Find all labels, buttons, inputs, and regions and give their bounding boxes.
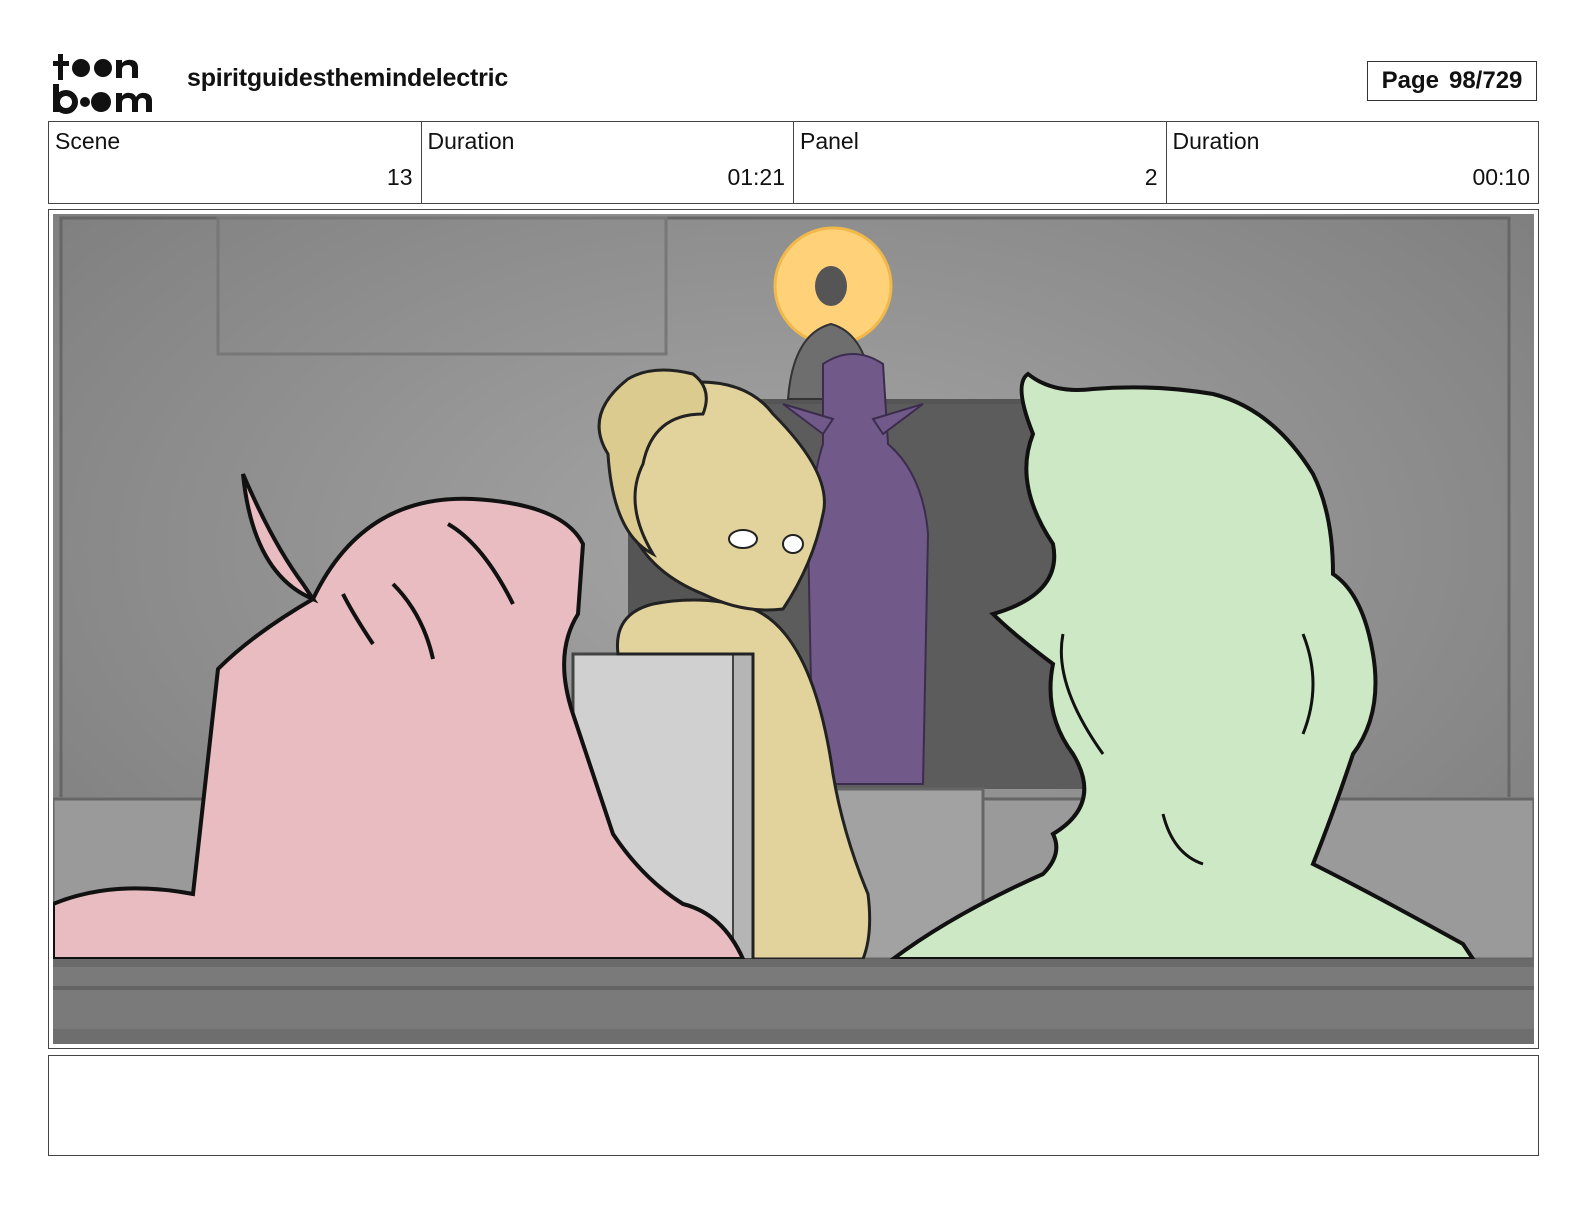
scene-label: Scene (55, 128, 121, 154)
scene-duration-value: 01:21 (727, 164, 785, 190)
panel-duration-cell: Duration 00:10 (1167, 122, 1539, 203)
panel-duration-label: Duration (1172, 128, 1260, 154)
panel-cell: Panel 2 (794, 122, 1167, 203)
scene-info-table: Scene 13 Duration 01:21 Panel 2 Duration… (48, 121, 1539, 204)
panel-value: 2 (1144, 164, 1158, 190)
scene-cell: Scene 13 (49, 122, 422, 203)
page-number: 98/729 (1448, 67, 1523, 94)
toon-boom-logo (53, 54, 152, 114)
scene-duration-cell: Duration 01:21 (422, 122, 794, 203)
page-indicator: Page 98/729 (1367, 61, 1537, 101)
scene-value: 13 (386, 164, 413, 190)
panel-duration-value: 00:10 (1472, 164, 1530, 190)
project-title: spiritguidesthemindelectric (187, 64, 509, 92)
storyboard-drawing (53, 214, 1534, 1044)
page-label: Page (1381, 67, 1439, 94)
scene-duration-label: Duration (427, 128, 515, 154)
panel-notes (48, 1055, 1539, 1156)
storyboard-panel (48, 209, 1539, 1049)
panel-label: Panel (800, 128, 859, 154)
